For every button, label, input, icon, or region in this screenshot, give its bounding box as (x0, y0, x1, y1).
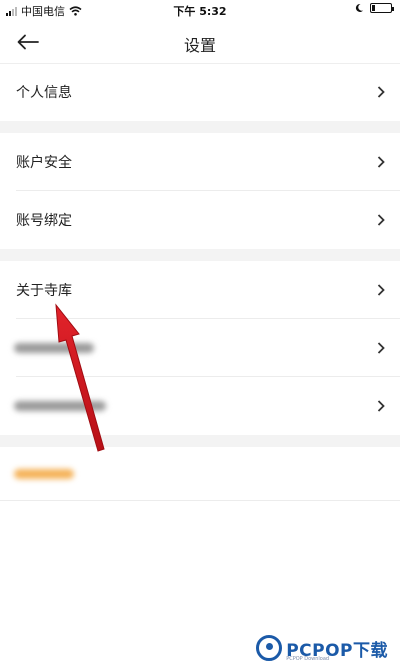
settings-row-blurred-2[interactable] (0, 377, 400, 435)
row-label: 关于寺库 (16, 283, 72, 299)
page-title: 设置 (183, 36, 216, 55)
status-bar: 中国电信 下午 5:32 (0, 0, 400, 20)
section-gap (0, 435, 400, 447)
section-gap (0, 249, 400, 261)
settings-row-blurred-1[interactable] (0, 319, 400, 377)
watermark: PCPOP下载 PCPOP Download (256, 635, 388, 662)
chevron-right-icon (377, 400, 385, 412)
pcpop-logo-icon (256, 635, 283, 661)
row-label: 账户安全 (16, 155, 72, 171)
row-label: 个人信息 (16, 85, 72, 101)
watermark-subtext: PCPOP Download (286, 656, 330, 662)
battery-icon (370, 3, 394, 13)
settings-row-account-security[interactable]: 账户安全 (0, 133, 400, 191)
logout-row-blurred[interactable] (0, 447, 400, 501)
blurred-label (14, 401, 106, 411)
row-label: 账号绑定 (16, 213, 72, 229)
chevron-right-icon (377, 86, 385, 98)
settings-row-account-binding[interactable]: 账号绑定 (0, 191, 400, 249)
settings-row-profile[interactable]: 个人信息 (0, 63, 400, 121)
chevron-right-icon (377, 156, 385, 168)
nav-bar: 设置 (0, 20, 400, 64)
settings-row-about[interactable]: 关于寺库 (0, 261, 400, 319)
chevron-right-icon (377, 214, 385, 226)
chevron-right-icon (377, 342, 385, 354)
moon-icon (355, 3, 363, 12)
chevron-right-icon (377, 284, 385, 296)
status-time: 下午 5:32 (173, 5, 227, 18)
blurred-orange-label (14, 469, 74, 479)
status-right (354, 3, 394, 13)
blurred-label (14, 343, 94, 353)
section-gap (0, 121, 400, 133)
